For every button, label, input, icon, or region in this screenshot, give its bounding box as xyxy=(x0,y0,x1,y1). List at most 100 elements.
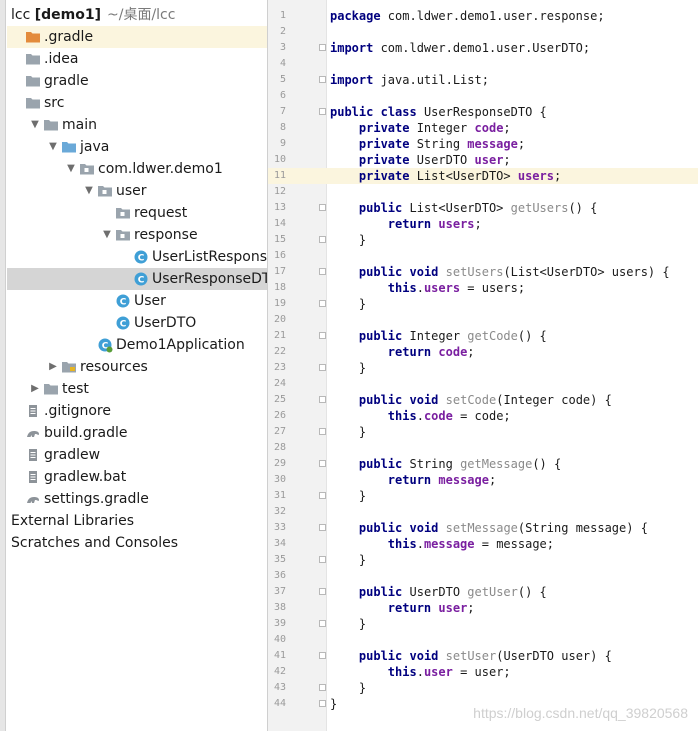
tree-item[interactable]: C UserListResponseDTO xyxy=(7,246,267,268)
code-line[interactable]: 14 return users; xyxy=(268,216,698,232)
tree-item[interactable]: ▼ java xyxy=(7,136,267,158)
fold-marker-icon[interactable] xyxy=(319,236,326,243)
code-line[interactable]: 9 private String message; xyxy=(268,136,698,152)
code-line[interactable]: 15 } xyxy=(268,232,698,248)
code-line[interactable]: 41 public void setUser(UserDTO user) { xyxy=(268,648,698,664)
fold-marker-icon[interactable] xyxy=(319,396,326,403)
code-line[interactable]: 8 private Integer code; xyxy=(268,120,698,136)
expanded-arrow-icon[interactable]: ▼ xyxy=(47,140,59,154)
code-line[interactable]: 2 xyxy=(268,24,698,40)
fold-marker-icon[interactable] xyxy=(319,364,326,371)
fold-marker-icon[interactable] xyxy=(319,460,326,467)
code-line[interactable]: 31 } xyxy=(268,488,698,504)
line-number: 2 xyxy=(279,26,286,37)
tree-item[interactable]: C Demo1Application xyxy=(7,334,267,356)
tree-item[interactable]: gradlew xyxy=(7,444,267,466)
fold-marker-icon[interactable] xyxy=(319,556,326,563)
tree-item[interactable]: ▼ response xyxy=(7,224,267,246)
line-number: 26 xyxy=(273,410,286,421)
code-line[interactable]: 24 xyxy=(268,376,698,392)
line-number: 10 xyxy=(273,154,286,165)
fold-marker-icon[interactable] xyxy=(319,268,326,275)
fold-marker-icon[interactable] xyxy=(319,204,326,211)
code-line[interactable]: 17 public void setUsers(List<UserDTO> us… xyxy=(268,264,698,280)
code-line[interactable]: 20 xyxy=(268,312,698,328)
code-line[interactable]: 30 return message; xyxy=(268,472,698,488)
collapsed-arrow-icon[interactable]: ▶ xyxy=(29,382,41,396)
tree-item[interactable]: .gitignore xyxy=(7,400,267,422)
fold-marker-icon[interactable] xyxy=(319,652,326,659)
project-tree[interactable]: lcc [demo1] ~/桌面/lcc .gradle .idea gradle src… xyxy=(7,4,267,731)
code-line[interactable]: 12 xyxy=(268,184,698,200)
code-line[interactable]: 13 public List<UserDTO> getUsers() { xyxy=(268,200,698,216)
tree-item[interactable]: gradlew.bat xyxy=(7,466,267,488)
fold-marker-icon[interactable] xyxy=(319,428,326,435)
code-line[interactable]: 23 } xyxy=(268,360,698,376)
tree-item[interactable]: ▼ main xyxy=(7,114,267,136)
fold-marker-icon[interactable] xyxy=(319,492,326,499)
code-line[interactable]: 4 xyxy=(268,56,698,72)
code-line[interactable]: 6 xyxy=(268,88,698,104)
code-line[interactable]: 18 this.users = users; xyxy=(268,280,698,296)
code-text: private UserDTO user; xyxy=(358,153,511,167)
fold-marker-icon[interactable] xyxy=(319,332,326,339)
tree-item[interactable]: src xyxy=(7,92,267,114)
fold-marker-icon[interactable] xyxy=(319,588,326,595)
tree-item[interactable]: .idea xyxy=(7,48,267,70)
code-line[interactable]: 37 public UserDTO getUser() { xyxy=(268,584,698,600)
fold-marker-icon[interactable] xyxy=(319,108,326,115)
code-line[interactable]: 22 return code; xyxy=(268,344,698,360)
collapsed-arrow-icon[interactable]: ▶ xyxy=(47,360,59,374)
tree-item[interactable]: ▶ test xyxy=(7,378,267,400)
code-line[interactable]: 7 public class UserResponseDTO { xyxy=(268,104,698,120)
tree-item[interactable]: ▶ resources xyxy=(7,356,267,378)
tree-item[interactable]: build.gradle xyxy=(7,422,267,444)
tree-item[interactable]: .gradle xyxy=(7,26,267,48)
fold-marker-icon[interactable] xyxy=(319,684,326,691)
tree-item[interactable]: External Libraries xyxy=(7,510,267,532)
fold-marker-icon[interactable] xyxy=(319,700,326,707)
code-line[interactable]: 42 this.user = user; xyxy=(268,664,698,680)
code-line[interactable]: 33 public void setMessage(String message… xyxy=(268,520,698,536)
tree-item[interactable]: ▼ user xyxy=(7,180,267,202)
code-line[interactable]: 38 return user; xyxy=(268,600,698,616)
code-line[interactable]: 26 this.code = code; xyxy=(268,408,698,424)
code-line[interactable]: 1 package com.ldwer.demo1.user.response; xyxy=(268,8,698,24)
tree-item[interactable]: Scratches and Consoles xyxy=(7,532,267,554)
code-line[interactable]: 28 xyxy=(268,440,698,456)
code-line[interactable]: 35 } xyxy=(268,552,698,568)
fold-marker-icon[interactable] xyxy=(319,44,326,51)
code-line[interactable]: 25 public void setCode(Integer code) { xyxy=(268,392,698,408)
code-line[interactable]: 32 xyxy=(268,504,698,520)
code-line[interactable]: 36 xyxy=(268,568,698,584)
tree-item[interactable]: C User xyxy=(7,290,267,312)
tree-item[interactable]: C UserDTO xyxy=(7,312,267,334)
code-line[interactable]: 3 import com.ldwer.demo1.user.UserDTO; xyxy=(268,40,698,56)
expanded-arrow-icon[interactable]: ▼ xyxy=(101,228,113,242)
code-line[interactable]: 27 } xyxy=(268,424,698,440)
code-line[interactable]: 34 this.message = message; xyxy=(268,536,698,552)
code-line[interactable]: 19 } xyxy=(268,296,698,312)
code-line[interactable]: 29 public String getMessage() { xyxy=(268,456,698,472)
code-line[interactable]: 16 xyxy=(268,248,698,264)
tree-item[interactable]: ▼ com.ldwer.demo1 xyxy=(7,158,267,180)
code-line[interactable]: 40 xyxy=(268,632,698,648)
expanded-arrow-icon[interactable]: ▼ xyxy=(65,162,77,176)
tree-item[interactable]: settings.gradle xyxy=(7,488,267,510)
fold-marker-icon[interactable] xyxy=(319,300,326,307)
expanded-arrow-icon[interactable]: ▼ xyxy=(29,118,41,132)
code-line[interactable]: 21 public Integer getCode() { xyxy=(268,328,698,344)
tree-item[interactable]: gradle xyxy=(7,70,267,92)
tree-item[interactable]: lcc [demo1] ~/桌面/lcc xyxy=(7,4,267,26)
fold-marker-icon[interactable] xyxy=(319,524,326,531)
expanded-arrow-icon[interactable]: ▼ xyxy=(83,184,95,198)
code-line[interactable]: 43 } xyxy=(268,680,698,696)
fold-marker-icon[interactable] xyxy=(319,620,326,627)
code-line[interactable]: 39 } xyxy=(268,616,698,632)
fold-marker-icon[interactable] xyxy=(319,76,326,83)
code-line[interactable]: 11 private List<UserDTO> users; xyxy=(268,168,698,184)
tree-item[interactable]: C UserResponseDTO xyxy=(7,268,267,290)
code-line[interactable]: 10 private UserDTO user; xyxy=(268,152,698,168)
tree-item[interactable]: request xyxy=(7,202,267,224)
code-line[interactable]: 5 import java.util.List; xyxy=(268,72,698,88)
